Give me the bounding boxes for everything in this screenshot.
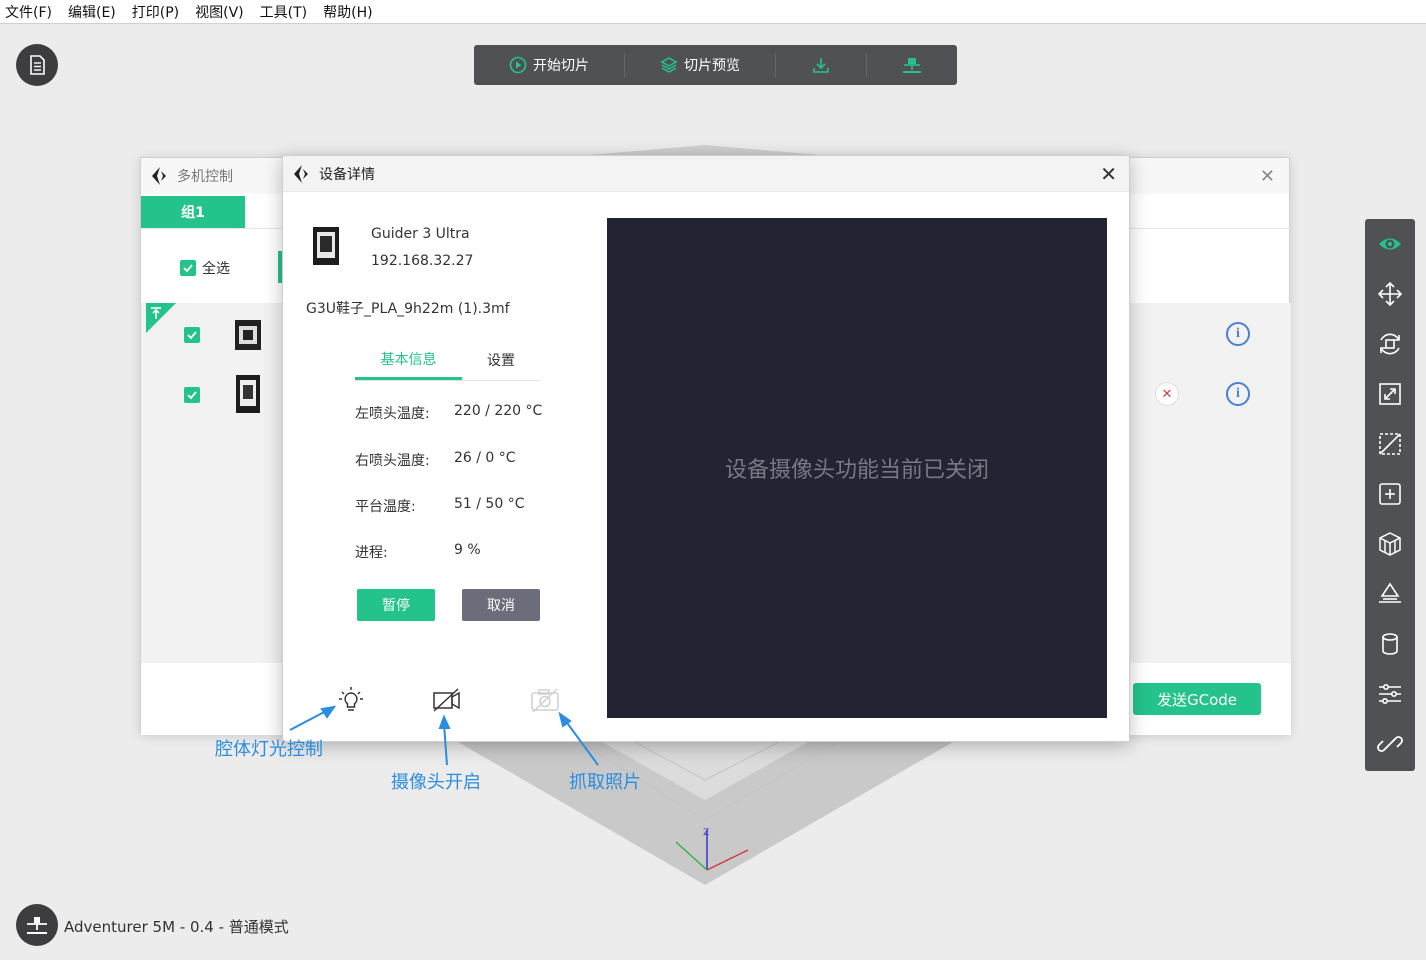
rotate-icon[interactable] — [1377, 331, 1403, 357]
settings-sliders-icon[interactable] — [1377, 681, 1403, 707]
annotation-camera-on: 摄像头开启 — [391, 772, 481, 793]
link-icon[interactable] — [1377, 731, 1403, 757]
annotation-light-control: 腔体灯光控制 — [215, 739, 323, 760]
printer-nozzle-icon — [27, 917, 47, 934]
add-object-icon[interactable] — [1377, 481, 1403, 507]
printer-profile-label: Adventurer 5M - 0.4 - 普通模式 — [64, 918, 289, 936]
right-toolbar — [1365, 219, 1415, 771]
annotation-capture-photo: 抓取照片 — [569, 772, 641, 793]
cylinder-icon[interactable] — [1377, 631, 1403, 657]
scale-icon[interactable] — [1377, 381, 1403, 407]
eye-icon[interactable] — [1377, 231, 1403, 257]
cut-icon[interactable] — [1377, 431, 1403, 457]
lay-flat-icon[interactable] — [1377, 581, 1403, 607]
printer-select-button[interactable] — [16, 904, 58, 946]
annotation-arrows — [289, 705, 599, 766]
support-icon[interactable] — [1377, 531, 1403, 557]
move-icon[interactable] — [1377, 281, 1403, 307]
